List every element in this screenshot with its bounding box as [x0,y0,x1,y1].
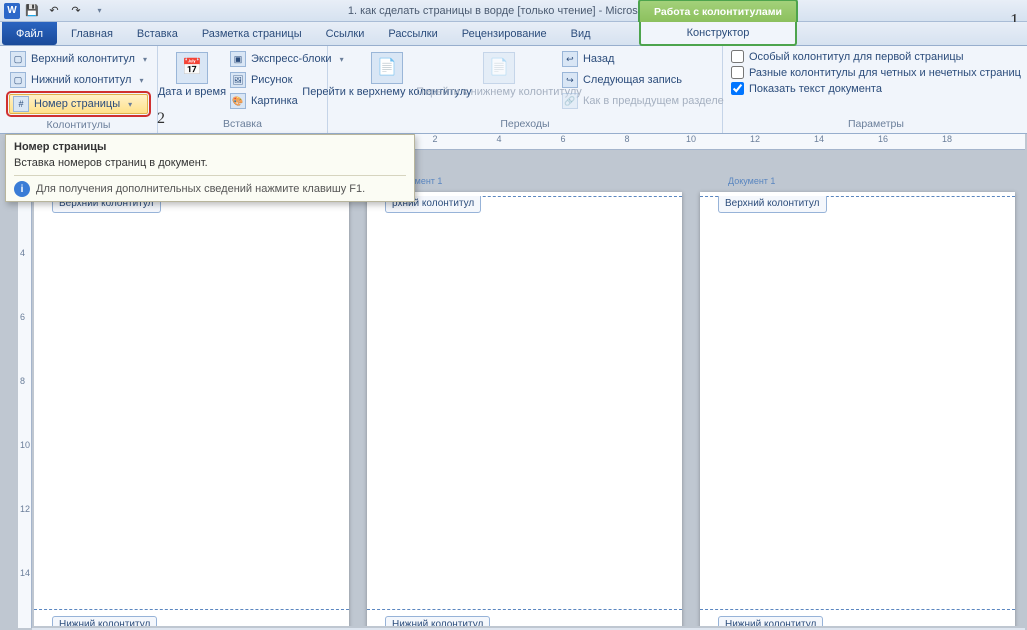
tab-view[interactable]: Вид [559,22,603,45]
tab-page-layout[interactable]: Разметка страницы [190,22,314,45]
goto-header-icon: 📄 [371,52,403,84]
document-area: 24681012141618 2468101214 Верхний колонт… [0,134,1027,630]
info-icon: i [14,181,30,197]
quick-access-toolbar: W 💾 ↶ ↷ ▾ [0,2,112,20]
page-container: Верхний колонтитул Нижний колонтитул 1 Д… [34,152,1023,626]
tab-home[interactable]: Главная [59,22,125,45]
vertical-ruler[interactable]: 2468101214 [18,150,32,628]
cmd-footer[interactable]: ▢ Нижний колонтитул▾ [6,70,151,90]
word-app-icon[interactable]: W [4,3,20,19]
chk-show-text[interactable]: Показать текст документа [729,81,1023,96]
tab-insert[interactable]: Вставка [125,22,190,45]
tab-references[interactable]: Ссылки [314,22,377,45]
window-title: 1. как сделать страницы в ворде [только … [348,5,679,17]
footer-tag[interactable]: Нижний колонтитул [52,616,157,626]
document-label: Документ 1 [728,176,775,186]
tab-review[interactable]: Рецензирование [450,22,559,45]
chk-first-page[interactable]: Особый колонтитул для первой страницы [729,49,1023,64]
page-number-tooltip: Номер страницы Вставка номеров страниц в… [5,134,415,202]
header-tag[interactable]: Верхний колонтитул [718,196,827,213]
chk-first-page-box[interactable] [731,50,744,63]
tooltip-hint: i Для получения дополнительных сведений … [14,175,406,197]
cmd-header[interactable]: ▢ Верхний колонтитул▾ [6,49,151,69]
cmd-link-previous: 🔗 Как в предыдущем разделе [558,91,728,111]
footer-boundary [367,609,682,610]
link-icon: 🔗 [562,93,578,109]
footer-icon: ▢ [10,72,26,88]
tab-mailings[interactable]: Рассылки [376,22,449,45]
page-number-icon: # [13,96,29,112]
footer-tag[interactable]: Нижний колонтитул [385,616,490,626]
save-button[interactable]: 💾 [22,2,42,20]
contextual-tab-header: Работа с колонтитулами [638,0,798,22]
tab-file[interactable]: Файл [2,22,57,45]
tooltip-title: Номер страницы [14,141,406,153]
header-icon: ▢ [10,51,26,67]
tooltip-description: Вставка номеров страниц в документ. [14,157,406,169]
redo-button[interactable]: ↷ [66,2,86,20]
page-1[interactable]: Верхний колонтитул Нижний колонтитул 1 [34,192,349,626]
goto-footer-icon: 📄 [483,52,515,84]
cmd-goto-footer: 📄 Перейти к нижнему колонтитулу [446,49,552,102]
cmd-previous[interactable]: ↩ Назад [558,49,728,69]
title-bar: W 💾 ↶ ↷ ▾ 1. как сделать страницы в ворд… [0,0,1027,22]
cmd-next[interactable]: ↪ Следующая запись [558,70,728,90]
group-headers: ▢ Верхний колонтитул▾ ▢ Нижний колонтиту… [0,46,158,133]
ribbon: 2 ▢ Верхний колонтитул▾ ▢ Нижний колонти… [0,46,1027,134]
previous-icon: ↩ [562,51,578,67]
highlight-page-number: # Номер страницы▾ [6,91,151,117]
clipart-icon: 🎨 [230,93,246,109]
blocks-icon: ▣ [230,51,246,67]
group-parameters: Особый колонтитул для первой страницы Ра… [723,46,1027,133]
cmd-datetime[interactable]: 📅 Дата и время [164,49,220,116]
undo-button[interactable]: ↶ [44,2,64,20]
next-icon: ↪ [562,72,578,88]
ribbon-tabs: Файл Главная Вставка Разметка страницы С… [0,22,1027,46]
page-2[interactable]: Документ 1 рхний колонтитул Нижний колон… [367,192,682,626]
footer-boundary [700,609,1015,610]
group-navigation: 📄 Перейти к верхнему колонтитулу 📄 Перей… [328,46,723,133]
chk-odd-even[interactable]: Разные колонтитулы для четных и нечетных… [729,65,1023,80]
chk-odd-even-box[interactable] [731,66,744,79]
qat-customize-button[interactable]: ▾ [88,2,108,20]
annotation-2: 2 [157,110,165,128]
contextual-tab-wrapper: Конструктор [639,22,797,46]
chk-show-text-box[interactable] [731,82,744,95]
page-3[interactable]: Документ 1 Верхний колонтитул Нижний кол… [700,192,1015,626]
picture-icon: 🖼 [230,72,246,88]
footer-boundary [34,609,349,610]
footer-tag[interactable]: Нижний колонтитул [718,616,823,626]
calendar-icon: 📅 [176,52,208,84]
tab-designer[interactable]: Конструктор [675,27,762,39]
cmd-page-number[interactable]: # Номер страницы▾ [9,94,148,114]
